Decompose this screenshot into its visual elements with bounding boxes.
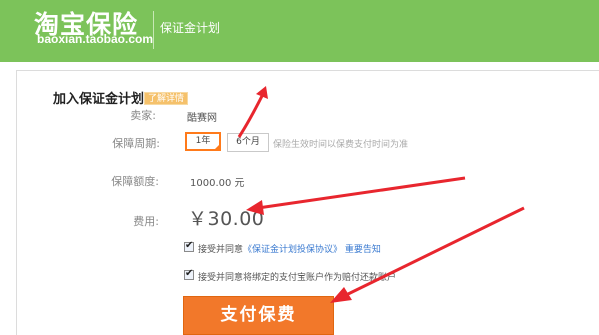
protocol-link[interactable]: 《保证金计划投保协议》 (243, 245, 342, 255)
amount-value: 1000.00 元 (190, 178, 245, 189)
period-option-1-year[interactable]: 1年 (185, 132, 221, 151)
check-icon: ✔ (185, 240, 194, 251)
header-bar: 淘宝保险 baoxian.taobao.com 保证金计划 (0, 0, 599, 62)
period-hint: 保险生效时间以保费支付时间为准 (273, 140, 409, 150)
period-option-label: 1年 (195, 136, 211, 146)
agree-account-text: 接受并同意将绑定的支付宝账户作为赔付还款账户 (198, 273, 397, 283)
seller-value: 酷赛网 (187, 113, 217, 124)
pay-premium-button[interactable]: 支付保费 (183, 296, 334, 335)
panel-title: 加入保证金计划 (53, 92, 145, 107)
agree-prefix: 接受并同意 (198, 245, 244, 255)
period-option-label: 6个月 (236, 137, 260, 147)
header-divider (153, 11, 154, 49)
important-notice-link[interactable]: 重要告知 (345, 245, 381, 255)
period-option-6-months[interactable]: 6个月 (227, 133, 269, 152)
period-label: 保障周期: (112, 137, 160, 150)
seller-label: 卖家: (130, 109, 156, 122)
fee-label: 费用: (133, 215, 159, 228)
agree-protocol-checkbox[interactable]: ✔ (184, 240, 194, 252)
amount-label: 保障额度: (111, 175, 159, 188)
check-icon: ✔ (185, 268, 194, 279)
agree-account-checkbox[interactable]: ✔ (184, 268, 194, 280)
fee-amount: ￥30.00 (188, 208, 265, 230)
brand-logo-url[interactable]: baoxian.taobao.com (37, 32, 153, 46)
details-tooltip[interactable]: 了解详情 (144, 92, 189, 105)
agree-protocol-text: 接受并同意《保证金计划投保协议》 重要告知 (198, 242, 381, 255)
selected-corner-icon (214, 144, 220, 150)
page-subtitle: 保证金计划 (160, 21, 221, 35)
